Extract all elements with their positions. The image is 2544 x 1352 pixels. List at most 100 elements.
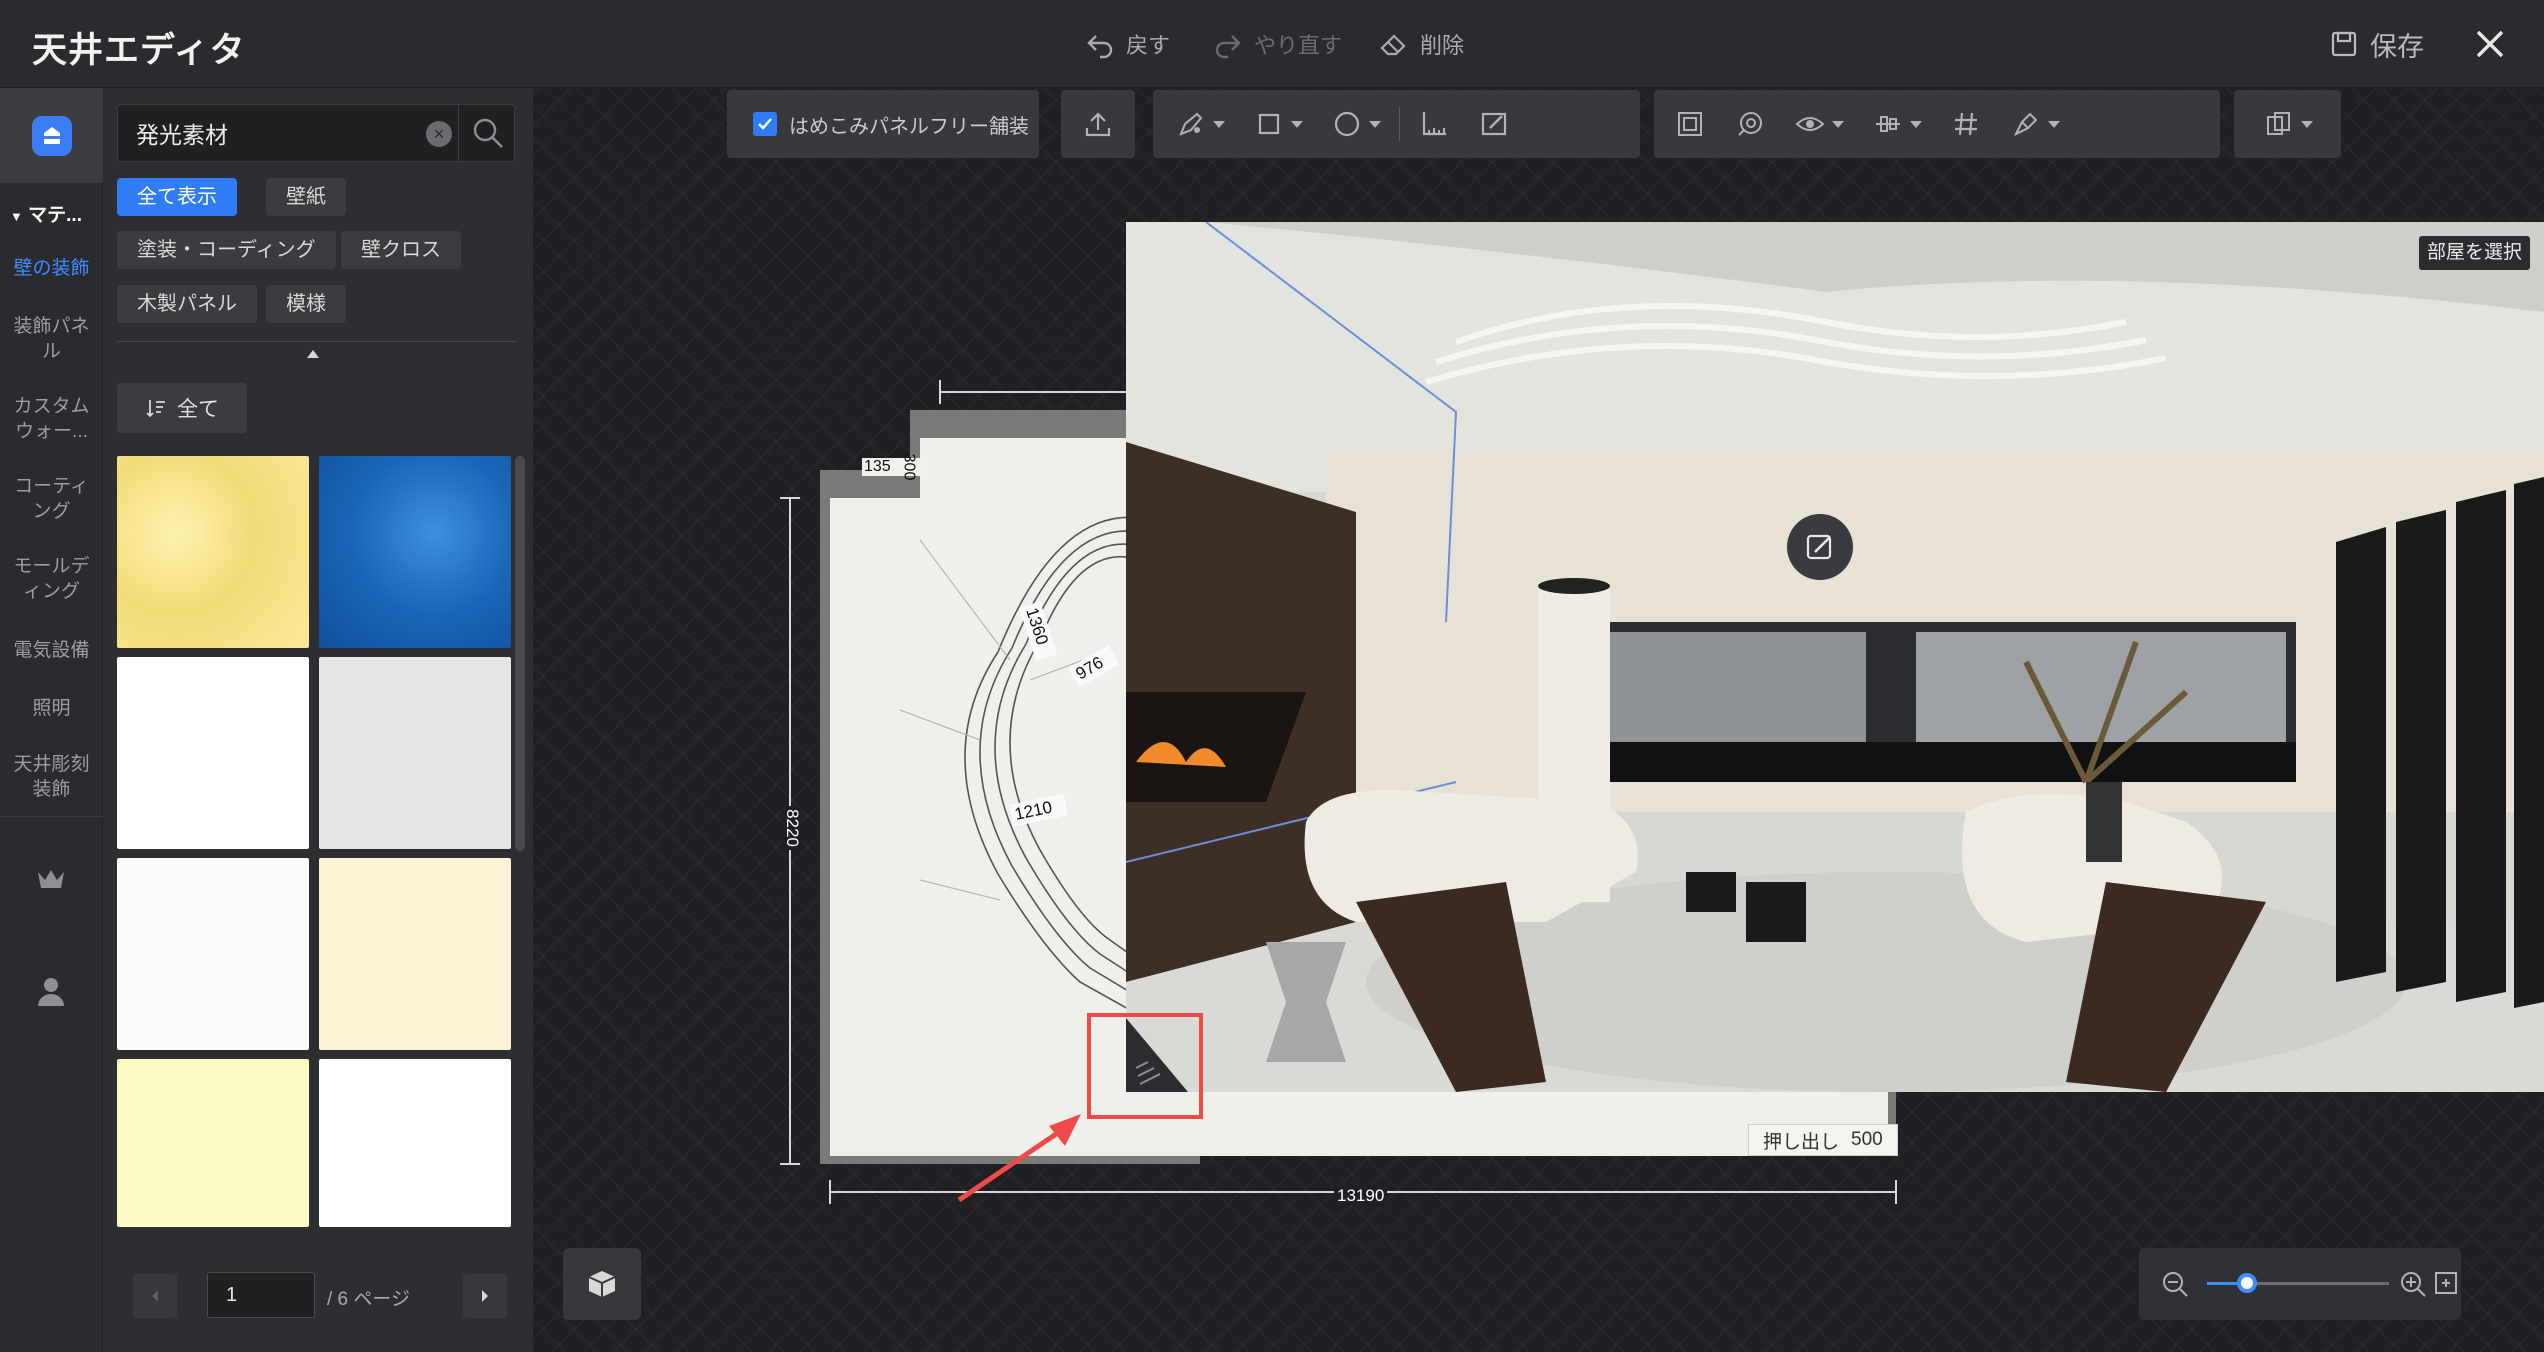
nav-item-lighting[interactable]: 照明 (0, 696, 103, 721)
grid-icon (1955, 112, 1977, 136)
sort-label: 全て (177, 398, 219, 421)
chip-wall-cloth[interactable]: 壁クロス (341, 231, 461, 269)
seamless-paving-toggle[interactable]: はめこみパネルフリー舗装 (727, 90, 1039, 158)
app-title: 天井エディタ (32, 31, 246, 70)
save-icon (2331, 31, 2357, 57)
extrude-indicator[interactable]: 押し出し 500 (1748, 1124, 1898, 1156)
fit-screen-icon[interactable] (2433, 1270, 2459, 1296)
edit-icon (1806, 534, 1832, 560)
chip-pattern[interactable]: 模様 (266, 285, 346, 323)
room-select-button[interactable]: 部屋を選択 (2418, 236, 2530, 270)
close-button[interactable] (2468, 22, 2512, 66)
search-input[interactable] (118, 105, 448, 161)
sort-icon (146, 400, 165, 418)
redo-button[interactable]: やり直す (1212, 26, 1342, 62)
panel-scrollbar[interactable] (515, 456, 525, 851)
measure-tool-button[interactable] (1404, 90, 1464, 158)
edit-frame-icon (1481, 112, 1507, 136)
chevron-down-icon (1213, 120, 1225, 128)
checkbox-checked-icon[interactable] (753, 112, 777, 136)
material-swatch[interactable] (117, 657, 309, 849)
grid-button[interactable] (1936, 90, 1996, 158)
nav-divider (0, 816, 103, 817)
paint-brush-button[interactable] (1996, 90, 2074, 158)
rectangle-tool-button[interactable] (1239, 90, 1317, 158)
nav-item-custom-wall[interactable]: カスタムウォー... (0, 394, 103, 444)
search-icon (473, 118, 503, 148)
zoom-in-icon[interactable] (2399, 1270, 2427, 1298)
extrude-value: 500 (1851, 1129, 1883, 1150)
3d-view-button[interactable] (563, 1248, 641, 1320)
undo-label: 戻す (1126, 33, 1171, 58)
save-button[interactable]: 保存 (2328, 26, 2424, 62)
locate-button[interactable] (1720, 90, 1780, 158)
page-number-input[interactable] (207, 1272, 315, 1318)
chevron-down-icon (1832, 120, 1844, 128)
nav-item-ceiling-carving[interactable]: 天井彫刻装飾 (0, 752, 103, 802)
align-icon (1876, 116, 1900, 132)
chip-all[interactable]: 全て表示 (117, 178, 237, 216)
eye-icon (1795, 117, 1825, 131)
toolbar-draw (1153, 90, 1640, 158)
nav-section-title[interactable]: ▼ マテ... (10, 200, 82, 227)
chevron-down-icon (1291, 120, 1303, 128)
3d-preview[interactable]: 部屋を選択 (1126, 222, 2544, 1092)
material-swatch[interactable] (117, 858, 309, 1050)
circle-tool-button[interactable] (1317, 90, 1395, 158)
undo-button[interactable]: 戻す (1084, 26, 1170, 62)
pen-tool-button[interactable] (1161, 90, 1239, 158)
material-swatch[interactable] (117, 456, 309, 648)
save-label: 保存 (2370, 31, 2424, 62)
edit-object-button[interactable] (1787, 514, 1853, 580)
material-panel: × 全て表示 壁紙 塗装・コーディング 壁クロス 木製パネル 模様 全て / 6… (103, 88, 533, 1352)
chevron-down-icon (2048, 120, 2060, 128)
delete-button[interactable]: 削除 (1378, 26, 1464, 62)
toolbar-upload (1061, 90, 1135, 158)
next-page-button[interactable] (463, 1274, 507, 1318)
room-render (1126, 222, 2544, 1092)
nav-item-molding[interactable]: モールディング (0, 554, 103, 604)
collapse-filters-icon[interactable] (307, 350, 319, 358)
chevron-right-icon (482, 1290, 488, 1302)
chip-wallpaper[interactable]: 壁紙 (266, 178, 346, 216)
extrude-label: 押し出し (1763, 1131, 1840, 1153)
zoom-slider-thumb[interactable] (2237, 1273, 2257, 1293)
upload-button[interactable] (1068, 90, 1128, 158)
chip-paint-coating[interactable]: 塗装・コーディング (117, 231, 336, 269)
chevron-down-icon (2300, 120, 2313, 128)
dimension-width: 13190 (1334, 1186, 1388, 1206)
search-box: × (117, 104, 515, 162)
material-swatch[interactable] (319, 657, 511, 849)
nav-item-wall-decor[interactable]: 壁の装飾 (0, 256, 103, 281)
nav-materials-button[interactable] (0, 88, 103, 183)
align-button[interactable] (1858, 90, 1936, 158)
copy-icon (2266, 112, 2290, 135)
dimension-height: 8220 (781, 806, 802, 850)
crown-icon[interactable] (34, 864, 68, 894)
copy-button[interactable] (2249, 90, 2327, 158)
clear-search-button[interactable]: × (426, 121, 452, 147)
chip-wood-panel[interactable]: 木製パネル (117, 285, 257, 323)
user-icon[interactable] (34, 974, 68, 1008)
search-button[interactable] (458, 105, 516, 161)
material-swatch[interactable] (319, 858, 511, 1050)
sort-button[interactable]: 全て (117, 383, 247, 433)
material-swatch[interactable] (117, 1059, 309, 1227)
select-frame-button[interactable] (1660, 90, 1720, 158)
edit-shape-button[interactable] (1464, 90, 1524, 158)
zoom-out-icon[interactable] (2161, 1270, 2189, 1298)
material-swatch[interactable] (319, 456, 511, 648)
chevron-down-icon (1910, 120, 1922, 128)
visibility-button[interactable] (1780, 90, 1858, 158)
redo-label: やり直す (1254, 33, 1343, 58)
nav-item-electrical[interactable]: 電気設備 (0, 638, 103, 663)
delete-label: 削除 (1420, 33, 1465, 58)
zoom-control (2139, 1248, 2461, 1320)
material-swatch[interactable] (319, 1059, 511, 1227)
nav-item-coating[interactable]: コーティング (0, 474, 103, 524)
pagination: / 6 ページ (103, 1266, 533, 1326)
toolbar-view (1654, 90, 2220, 158)
title-bar: 天井エディタ 戻す やり直す 削除 保存 (0, 0, 2544, 88)
nav-item-decor-panel[interactable]: 装飾パネル (0, 314, 103, 364)
prev-page-button[interactable] (133, 1274, 177, 1318)
